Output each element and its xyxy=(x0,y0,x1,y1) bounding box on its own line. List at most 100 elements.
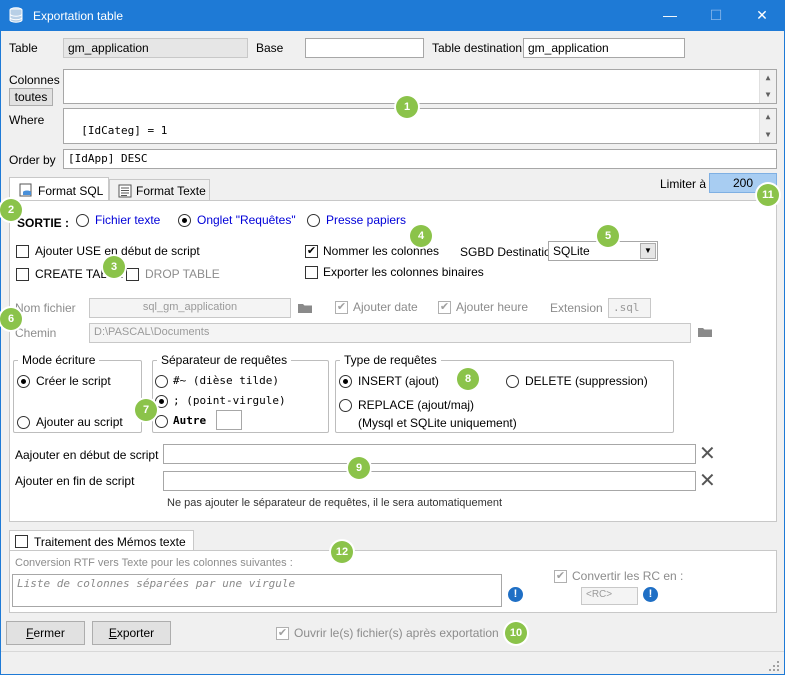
radio-onglet-requetes[interactable] xyxy=(178,214,191,227)
nom-fichier-label: Nom fichier xyxy=(15,301,76,315)
radio-ajouter-script[interactable] xyxy=(17,416,30,429)
rc-value-field: <RC> xyxy=(581,587,638,605)
sortie-label: SORTIE : xyxy=(17,216,70,230)
radio-dieze-tilde[interactable] xyxy=(155,375,168,388)
extension-field: .sql xyxy=(608,298,651,318)
orderby-field[interactable]: [IdApp] DESC xyxy=(63,149,777,169)
checkbox-nommer-colonnes[interactable]: ✔ xyxy=(305,245,318,258)
clear-fin-icon[interactable]: ✕ xyxy=(699,471,716,491)
replace-label: REPLACE (ajout/maj) xyxy=(358,398,475,412)
traitement-memos-label: Traitement des Mémos texte xyxy=(34,535,186,549)
checkbox-ajouter-heure: ✔ xyxy=(438,301,451,314)
where-value: [IdCateg] = 1 xyxy=(81,124,168,137)
toutes-button[interactable]: toutes xyxy=(9,88,53,106)
presse-papiers-label: Presse papiers xyxy=(326,213,407,227)
debut-script-label: Aajouter en début de script xyxy=(15,448,159,462)
table-destination-field[interactable]: gm_application xyxy=(523,38,685,58)
radio-presse-papiers[interactable] xyxy=(307,214,320,227)
dieze-tilde-label: #~ (dièse tilde) xyxy=(173,374,279,387)
table-label: Table xyxy=(9,41,38,55)
info-icon[interactable]: ! xyxy=(643,587,658,602)
annotation-marker-6: 6 xyxy=(0,308,22,330)
exporter-binaires-label: Exporter les colonnes binaires xyxy=(323,265,484,279)
where-scrollbar[interactable]: ▲ ▼ xyxy=(759,109,776,143)
ajouter-heure-label: Ajouter heure xyxy=(456,300,529,314)
radio-replace[interactable] xyxy=(339,399,352,412)
title-bar: Exportation table — ☐ ✕ xyxy=(0,0,785,31)
ouvrir-fichiers-label: Ouvrir le(s) fichier(s) après exportatio… xyxy=(294,626,499,640)
autre-label: Autre xyxy=(173,414,207,427)
debut-script-field[interactable] xyxy=(163,444,696,464)
status-bar xyxy=(1,651,784,674)
annotation-marker-7: 7 xyxy=(135,399,157,421)
exporter-button[interactable]: Exporter xyxy=(92,621,171,645)
scroll-up-icon[interactable]: ▲ xyxy=(760,71,776,85)
creer-script-label: Créer le script xyxy=(36,374,111,388)
base-field[interactable] xyxy=(305,38,424,58)
fin-script-field[interactable] xyxy=(163,471,696,491)
info-icon[interactable]: ! xyxy=(508,587,523,602)
point-virgule-label: ; (point-virgule) xyxy=(173,394,286,407)
colonnes-scrollbar[interactable]: ▲ ▼ xyxy=(759,70,776,103)
folder-icon xyxy=(298,304,312,313)
scroll-down-icon[interactable]: ▼ xyxy=(760,128,776,142)
radio-point-virgule[interactable] xyxy=(155,395,168,408)
insert-label: INSERT (ajout) xyxy=(358,374,439,388)
checkbox-create-table[interactable] xyxy=(16,268,29,281)
radio-fichier-texte[interactable] xyxy=(76,214,89,227)
checkbox-ouvrir-fichiers: ✔ xyxy=(276,627,289,640)
scroll-up-icon[interactable]: ▲ xyxy=(760,110,776,124)
fermer-button[interactable]: Fermer xyxy=(6,621,85,645)
where-label: Where xyxy=(9,113,45,127)
radio-creer-script[interactable] xyxy=(17,375,30,388)
maximize-button: ☐ xyxy=(709,7,723,23)
orderby-label: Order by xyxy=(9,153,56,167)
tab-traitement-memos[interactable]: Traitement des Mémos texte xyxy=(9,530,194,552)
clear-debut-icon[interactable]: ✕ xyxy=(699,444,716,464)
chemin-label: Chemin xyxy=(15,326,57,340)
drop-table-label: DROP TABLE xyxy=(145,267,220,281)
close-button[interactable]: ✕ xyxy=(739,0,785,31)
annotation-marker-9: 9 xyxy=(348,457,370,479)
autre-separateur-field[interactable] xyxy=(216,410,242,430)
radio-delete[interactable] xyxy=(506,375,519,388)
conversion-label: Conversion RTF vers Texte pour les colon… xyxy=(15,557,293,569)
limiter-label: Limiter à xyxy=(660,177,707,191)
nom-fichier-field: sql_gm_application xyxy=(89,298,291,318)
chevron-down-icon[interactable]: ▼ xyxy=(640,243,656,259)
ajouter-date-label: Ajouter date xyxy=(353,300,418,314)
table-destination-label: Table destination xyxy=(432,41,523,55)
annotation-marker-3: 3 xyxy=(103,256,125,278)
fin-script-label: Ajouter en fin de script xyxy=(15,474,135,488)
fichier-texte-label: Fichier texte xyxy=(95,213,161,227)
minimize-button[interactable]: — xyxy=(647,0,693,31)
table-field: gm_application xyxy=(63,38,248,58)
tab-format-texte[interactable]: Format Texte xyxy=(109,179,210,201)
scroll-down-icon[interactable]: ▼ xyxy=(760,88,776,102)
sgbd-selected-value: SQLite xyxy=(553,244,590,258)
radio-autre[interactable] xyxy=(155,415,168,428)
checkbox-convertir-rc: ✔ xyxy=(554,570,567,583)
checkbox-traitement-memos[interactable] xyxy=(15,535,28,548)
resize-grip-icon[interactable] xyxy=(768,660,780,672)
checkbox-ajouter-use[interactable] xyxy=(16,245,29,258)
sgbd-destination-label: SGBD Destination xyxy=(460,245,558,259)
checkbox-ajouter-date: ✔ xyxy=(335,301,348,314)
text-file-icon xyxy=(118,184,132,198)
tab-format-sql-label: Format SQL xyxy=(38,184,104,198)
window-title: Exportation table xyxy=(33,9,124,23)
annotation-marker-8: 8 xyxy=(457,368,479,390)
checkbox-exporter-binaires[interactable] xyxy=(305,266,318,279)
type-requetes-title: Type de requêtes xyxy=(340,353,441,367)
annotation-marker-1: 1 xyxy=(396,96,418,118)
database-icon xyxy=(9,7,23,23)
radio-insert[interactable] xyxy=(339,375,352,388)
conversion-columns-field[interactable]: Liste de colonnes séparées par une virgu… xyxy=(12,574,502,607)
convertir-rc-label: Convertir les RC en : xyxy=(572,569,684,583)
tab-format-sql[interactable]: Format SQL xyxy=(9,177,109,202)
where-field[interactable]: [IdCateg] = 1 ▲ ▼ xyxy=(63,108,777,144)
annotation-marker-12: 12 xyxy=(331,541,353,563)
separateur-title: Séparateur de requêtes xyxy=(157,353,292,367)
checkbox-drop-table[interactable] xyxy=(126,268,139,281)
colonnes-field[interactable]: ▲ ▼ xyxy=(63,69,777,104)
